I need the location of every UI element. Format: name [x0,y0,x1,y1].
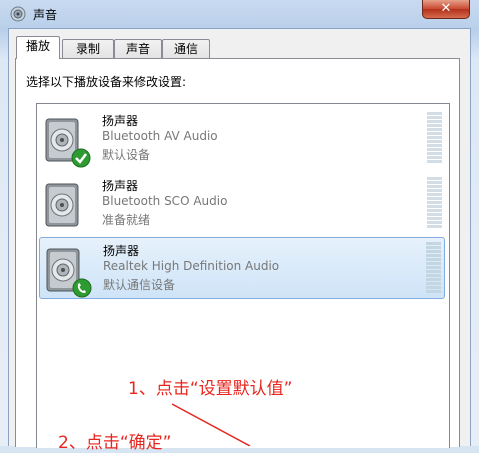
annotation-step1: 1、点击“设置默认值” [128,379,293,399]
annotation-step2: 2、点击“确定” [58,433,172,453]
sound-dialog: 声音 ✕ 播放 录制 声音 通信 选择以下播放设备来修改设置: 扬声器 Blue… [0,0,479,453]
tab-label: 播放 [25,39,50,53]
tab-playback[interactable]: 播放 [16,36,60,59]
